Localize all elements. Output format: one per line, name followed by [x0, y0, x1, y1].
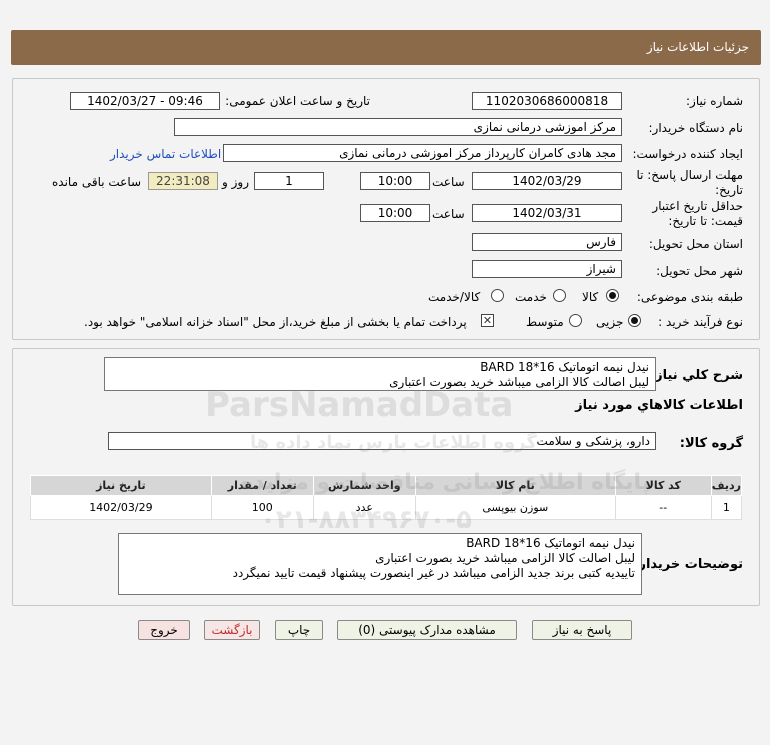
remaining-days-label: روز و — [222, 175, 249, 189]
buyer-notes-textarea: نیدل نیمه اتوماتیک BARD 18*16 لیبل اصالت… — [118, 533, 642, 595]
print-button[interactable]: چاپ — [275, 620, 323, 640]
col-unit: واحد شمارش — [312, 475, 416, 496]
category-radio-goods[interactable] — [606, 289, 619, 302]
requester-label: ایجاد کننده درخواست: — [632, 147, 743, 161]
cell-date: 1402/03/29 — [30, 495, 212, 520]
col-code: کد کالا — [614, 475, 712, 496]
city-field: شیراز — [472, 260, 622, 278]
cell-code: -- — [614, 495, 712, 520]
validity-time-label: ساعت — [432, 207, 465, 221]
summary-textarea: نیدل نیمه اتوماتیک BARD 18*16 لیبل اصالت… — [104, 357, 656, 391]
goods-group-field: دارو، پزشکی و سلامت — [108, 432, 656, 450]
validity-date-field: 1402/03/31 — [472, 204, 622, 222]
province-field: فارس — [472, 233, 622, 251]
requester-field: مجد هادی کامران کارپرداز مرکز اموزشی درم… — [223, 144, 622, 162]
need-number-label: شماره نیاز: — [686, 94, 743, 108]
deadline-label: مهلت ارسال پاسخ: تا تاریخ: — [636, 168, 743, 198]
city-label: شهر محل تحویل: — [656, 264, 743, 278]
announce-datetime-field: 1402/03/27 - 09:46 — [70, 92, 220, 110]
validity-label: حداقل تاریخ اعتبار قیمت: تا تاریخ: — [652, 199, 743, 229]
goods-section-title: اطلاعات کالاهاي مورد نياز — [575, 398, 743, 413]
remaining-days-field: 1 — [254, 172, 324, 190]
process-radio-minor[interactable] — [628, 314, 641, 327]
validity-time-field: 10:00 — [360, 204, 430, 222]
category-option-service: خدمت — [515, 290, 547, 304]
deadline-label-line2: تاریخ: — [715, 183, 743, 197]
remaining-time-field: 22:31:08 — [148, 172, 218, 190]
process-option-medium: متوسط — [526, 315, 564, 329]
deadline-time-label: ساعت — [432, 175, 465, 189]
col-row: ردیف — [710, 475, 743, 496]
process-type-label: نوع فرآیند خرید : — [658, 315, 743, 329]
announce-datetime-label: تاریخ و ساعت اعلان عمومی: — [225, 94, 370, 108]
col-name: نام کالا — [414, 475, 616, 496]
deadline-label-line1: مهلت ارسال پاسخ: تا — [636, 168, 743, 182]
page-header: جزئیات اطلاعات نیاز — [11, 30, 761, 65]
goods-table-header: ردیف کد کالا نام کالا واحد شمارش تعداد /… — [30, 475, 743, 496]
category-option-goods: کالا — [582, 290, 599, 304]
summary-label: شرح کلي نياز: — [649, 368, 743, 383]
col-date: تاریخ نیاز — [30, 475, 212, 496]
page-title: جزئیات اطلاعات نیاز — [646, 40, 749, 54]
view-attachments-button[interactable]: مشاهده مدارک پیوستی (0) — [337, 620, 517, 640]
buyer-org-field: مرکز اموزشی درمانی نمازی — [174, 118, 622, 136]
deadline-date-field: 1402/03/29 — [472, 172, 622, 190]
validity-label-line2: قیمت: تا تاریخ: — [668, 214, 743, 228]
process-radio-medium[interactable] — [569, 314, 582, 327]
category-radio-service[interactable] — [553, 289, 566, 302]
province-label: استان محل تحویل: — [648, 237, 743, 251]
goods-table: ردیف کد کالا نام کالا واحد شمارش تعداد /… — [30, 475, 743, 520]
reply-button[interactable]: پاسخ به نیاز — [532, 620, 632, 640]
category-label: طبقه بندی موضوعی: — [636, 290, 743, 304]
treasury-payment-note: پرداخت تمام یا بخشی از مبلغ خرید،از محل … — [84, 315, 467, 329]
cell-unit: عدد — [312, 495, 416, 520]
buyer-notes-label: توضیحات خریدار: — [633, 557, 743, 572]
validity-label-line1: حداقل تاریخ اعتبار — [652, 199, 743, 213]
back-button[interactable]: بازگشت — [204, 620, 260, 640]
category-radio-goods-service[interactable] — [491, 289, 504, 302]
buyer-contact-link[interactable]: اطلاعات تماس خریدار — [110, 147, 221, 161]
treasury-payment-checkbox[interactable]: ✕ — [481, 314, 494, 327]
buyer-org-label: نام دستگاه خریدار: — [648, 121, 744, 135]
process-option-minor: جزیی — [596, 315, 624, 329]
category-option-goods-service: کالا/خدمت — [428, 290, 481, 304]
deadline-time-field: 10:00 — [360, 172, 430, 190]
cell-qty: 100 — [210, 495, 314, 520]
goods-group-label: گروه کالا: — [679, 436, 743, 451]
table-row: 1 -- سوزن بیوپسی عدد 100 1402/03/29 — [30, 495, 743, 520]
cell-row: 1 — [710, 495, 743, 520]
need-number-field: 1102030686000818 — [472, 92, 622, 110]
remaining-time-label: ساعت باقی مانده — [52, 175, 142, 189]
exit-button[interactable]: خروج — [138, 620, 190, 640]
col-qty: تعداد / مقدار — [210, 475, 314, 496]
cell-name: سوزن بیوپسی — [414, 495, 616, 520]
